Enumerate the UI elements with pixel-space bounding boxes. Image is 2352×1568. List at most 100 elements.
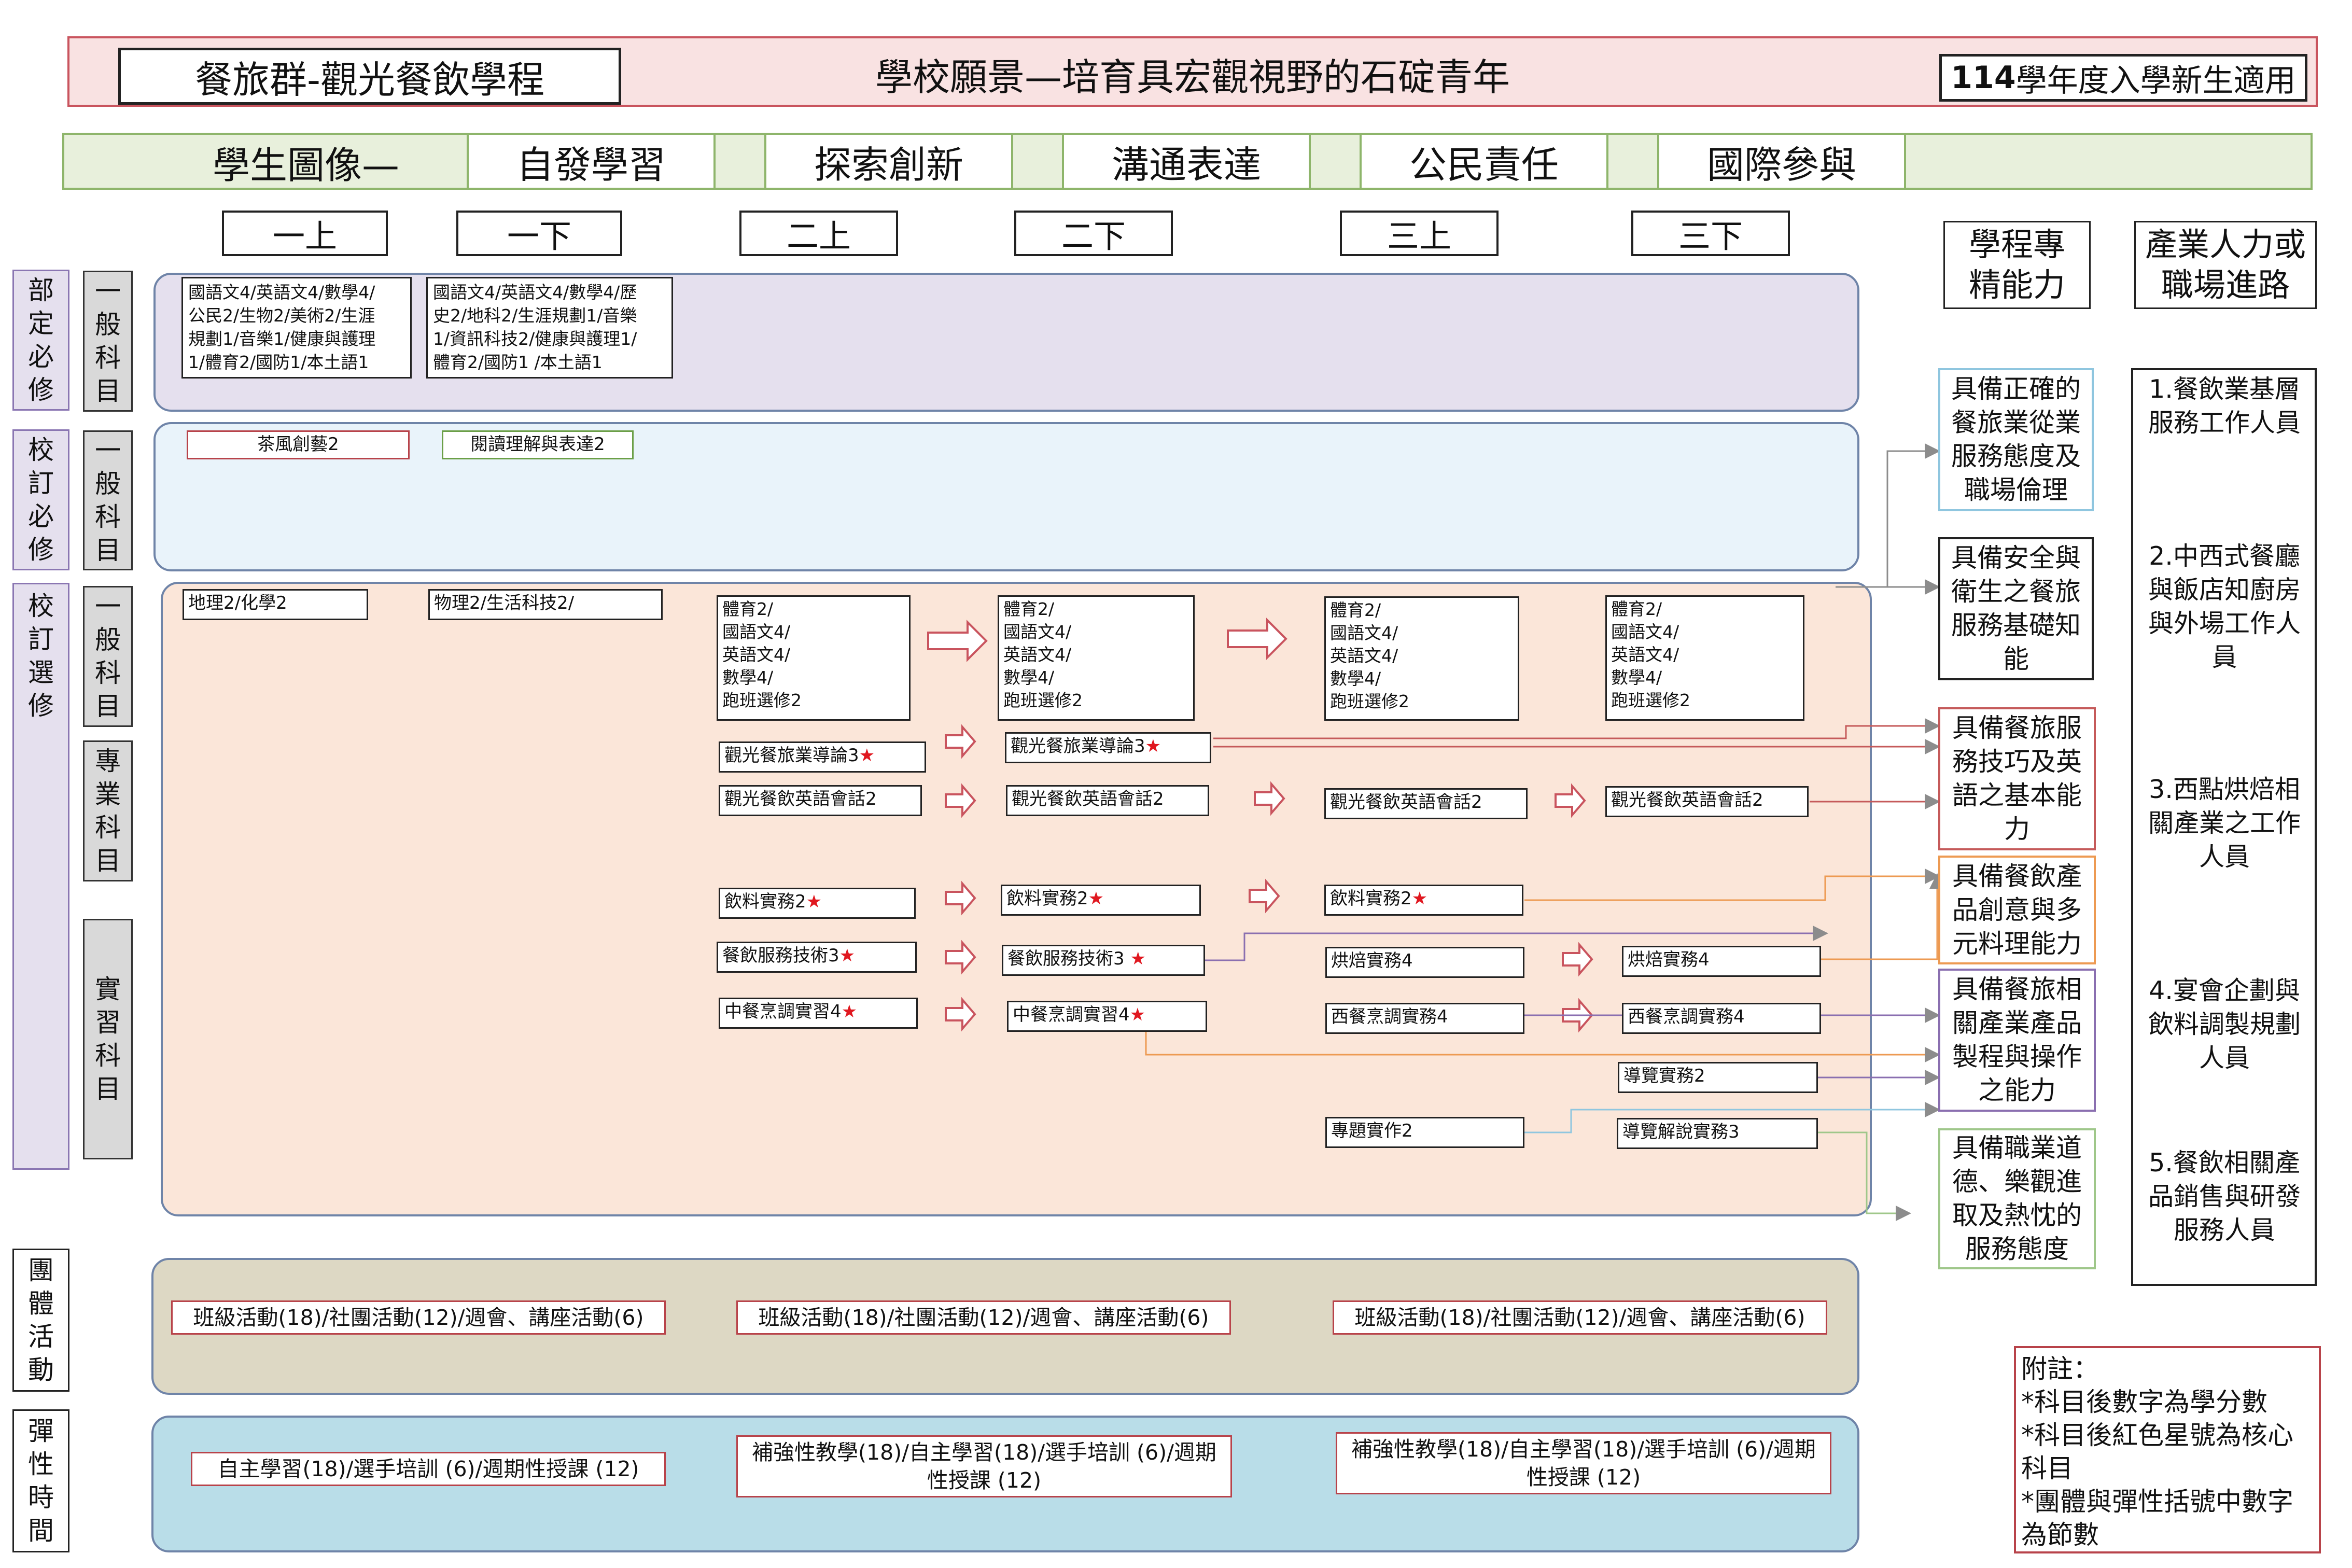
core-star: ★ [859,745,875,766]
course-line: 國語文4/英語文4/數學4/ [188,282,375,302]
course-elective-block: 體育2/ 國語文4/ 英語文4/ 數學4/ 跑班選修2 [1324,596,1519,721]
course-english-g11-1: 觀光餐飲英語會話2 [719,785,922,816]
course-project: 專題實作2 [1325,1117,1524,1148]
course-name: 餐飲服務技術3 [1007,948,1125,969]
course-beverage-g12-1: 飲料實務2★ [1324,885,1523,916]
flex-line: 性授課 (12) [927,1468,1042,1493]
ability-item: 具備安全與衛生之餐旅服務基礎知能 [1938,537,2094,680]
course-english-g12-2: 觀光餐飲英語會話2 [1605,786,1809,817]
course-line: 跑班選修2 [722,690,802,710]
course-western-g12-1: 西餐烹調實務4 [1325,1003,1524,1034]
ability-item: 具備職業道德、樂觀進取及熱忱的服務態度 [1938,1128,2096,1269]
flow-arrow [945,997,976,1032]
course-line: 數學4/ [1330,668,1381,689]
career-item: 2.中西式餐廳與飯店知廚房與外場工作人員 [2148,541,2301,672]
course-line: 數學4/ [1611,667,1662,688]
note-line: *科目後數字為學分數 [2021,1387,2267,1417]
flex-g10: 自主學習(18)/選手培訓 (6)/週期性授課 (12) [191,1452,666,1486]
flex-line: 補強性教學(18)/自主學習(18)/選手培訓 (6)/週期 [752,1440,1216,1465]
core-star: ★ [1129,1004,1146,1025]
ability-item: 具備正確的餐旅業從業服務態度及職場倫理 [1938,368,2094,511]
flow-arrow [927,620,988,662]
course-line: 跑班選修2 [1611,690,1690,710]
careers-box: 1.餐飲業基層服務工作人員 2.中西式餐廳與飯店知廚房與外場工作人員 3.西點烘… [2131,368,2317,1286]
course-line: 史2/地科2/生涯規劃1/音樂 [433,305,637,326]
course-line: 數學4/ [722,667,774,688]
course-western-g12-2: 西餐烹調實務4 [1622,1003,1821,1034]
group-activity-g12: 班級活動(18)/社團活動(12)/週會、講座活動(6) [1333,1300,1827,1335]
course-intro-g11-1: 觀光餐旅業導論3★ [719,741,926,773]
connector-line [1524,869,1940,901]
career-item: 3.西點烘焙相關產業之工作人員 [2148,775,2301,872]
course-name: 飲料實務2 [1006,888,1088,909]
flow-arrow [945,783,976,818]
course-name: 中餐烹調實習4 [724,1001,842,1022]
ability-item: 具備餐旅相關產業產品製程與操作之能力 [1938,969,2096,1112]
course-name: 觀光餐旅業導論3 [1011,736,1145,757]
course-line: 公民2/生物2/美術2/生涯 [188,305,375,326]
course-chinese-g11-1: 中餐烹調實習4★ [719,998,918,1029]
course-service-g11-1: 餐飲服務技術3★ [717,942,917,973]
course-line: 體育2/國防1 /本土語1 [433,352,603,372]
flow-arrow [1227,618,1287,660]
core-star: ★ [1088,888,1104,909]
notes-box: 附註： *科目後數字為學分數 *科目後紅色星號為核心科目 *團體與彈性括號中數字… [2014,1346,2321,1553]
flow-arrow [1555,783,1586,818]
ability-item: 具備餐旅服務技巧及英語之基本能力 [1938,707,2096,850]
course-name: 觀光餐旅業導論3 [724,745,859,766]
flex-g12: 補強性教學(18)/自主學習(18)/選手培訓 (6)/週期 性授課 (12) [1336,1432,1831,1494]
course-name: 中餐烹調實習4 [1013,1004,1130,1025]
group-activity-g10: 班級活動(18)/社團活動(12)/週會、講座活動(6) [171,1300,666,1335]
course-line: 體育2/ [722,599,774,619]
course-english-g12-1: 觀光餐飲英語會話2 [1324,788,1528,819]
course-line: 體育2/ [1611,599,1662,619]
flow-arrow [945,724,976,759]
course-line: 國語文4/ [722,622,791,642]
course-baking-g12-2: 烘焙實務4 [1622,946,1821,977]
course-beverage-g11-1: 飲料實務2★ [719,888,916,919]
course-service-g11-2: 餐飲服務技術3 ★ [1002,945,1205,976]
course-line: 跑班選修2 [1330,691,1409,711]
course-english-g11-2: 觀光餐飲英語會話2 [1006,785,1209,816]
course-tea-creative: 茶風創藝2 [187,430,410,459]
course-line: 國語文4/英語文4/數學4/歷 [433,282,637,302]
course-line: 國語文4/ [1330,623,1398,643]
core-star: ★ [806,891,822,912]
course-line: 英語文4/ [1611,645,1679,665]
flow-arrow [1562,942,1593,977]
connector-line [1820,873,1945,960]
course-phys-tech: 物理2/生活科技2/ [428,589,663,620]
course-name: 飲料實務2 [724,891,806,912]
course-reading-expression: 閱讀理解與表達2 [442,430,634,459]
flex-line: 補強性教學(18)/自主學習(18)/選手培訓 (6)/週期 [1351,1437,1816,1462]
course-line: 1/體育2/國防1/本土語1 [188,352,369,372]
career-item: 4.宴會企劃與飲料調製規劃人員 [2148,976,2301,1073]
career-item: 1.餐飲業基層服務工作人員 [2148,374,2301,438]
course-line: 英語文4/ [1003,645,1072,665]
ability-item: 具備餐飲產品創意與多元料理能力 [1938,856,2096,964]
course-line: 跑班選修2 [1003,690,1083,710]
flow-arrow [1249,878,1280,914]
course-required-g10-2: 國語文4/英語文4/數學4/歷 史2/地科2/生涯規劃1/音樂 1/資訊科技2/… [426,277,673,379]
course-line: 1/資訊科技2/健康與護理1/ [433,329,637,349]
course-chinese-g11-2: 中餐烹調實習4★ [1007,1001,1207,1032]
course-line: 國語文4/ [1611,622,1679,642]
core-star: ★ [1130,948,1146,969]
core-star: ★ [1145,736,1161,757]
course-guide-commentary: 導覽解說實務3 [1617,1118,1818,1149]
flow-arrow [1254,781,1285,816]
course-line: 英語文4/ [722,645,791,665]
flow-arrow [945,880,976,916]
connector-line [1213,718,1940,739]
course-name: 餐飲服務技術3 [722,945,839,966]
note-line: *團體與彈性括號中數字為節數 [2021,1487,2293,1550]
core-star: ★ [1411,888,1428,909]
course-beverage-g11-2: 飲料實務2★ [1001,885,1201,916]
core-star: ★ [841,1001,858,1022]
group-activity-g11: 班級活動(18)/社團活動(12)/週會、講座活動(6) [736,1300,1231,1335]
core-star: ★ [839,945,856,966]
course-elective-block: 體育2/ 國語文4/ 英語文4/ 數學4/ 跑班選修2 [717,595,911,721]
flex-g11: 補強性教學(18)/自主學習(18)/選手培訓 (6)/週期 性授課 (12) [736,1435,1232,1497]
connector-line [1818,1131,1911,1221]
course-line: 英語文4/ [1330,646,1398,666]
